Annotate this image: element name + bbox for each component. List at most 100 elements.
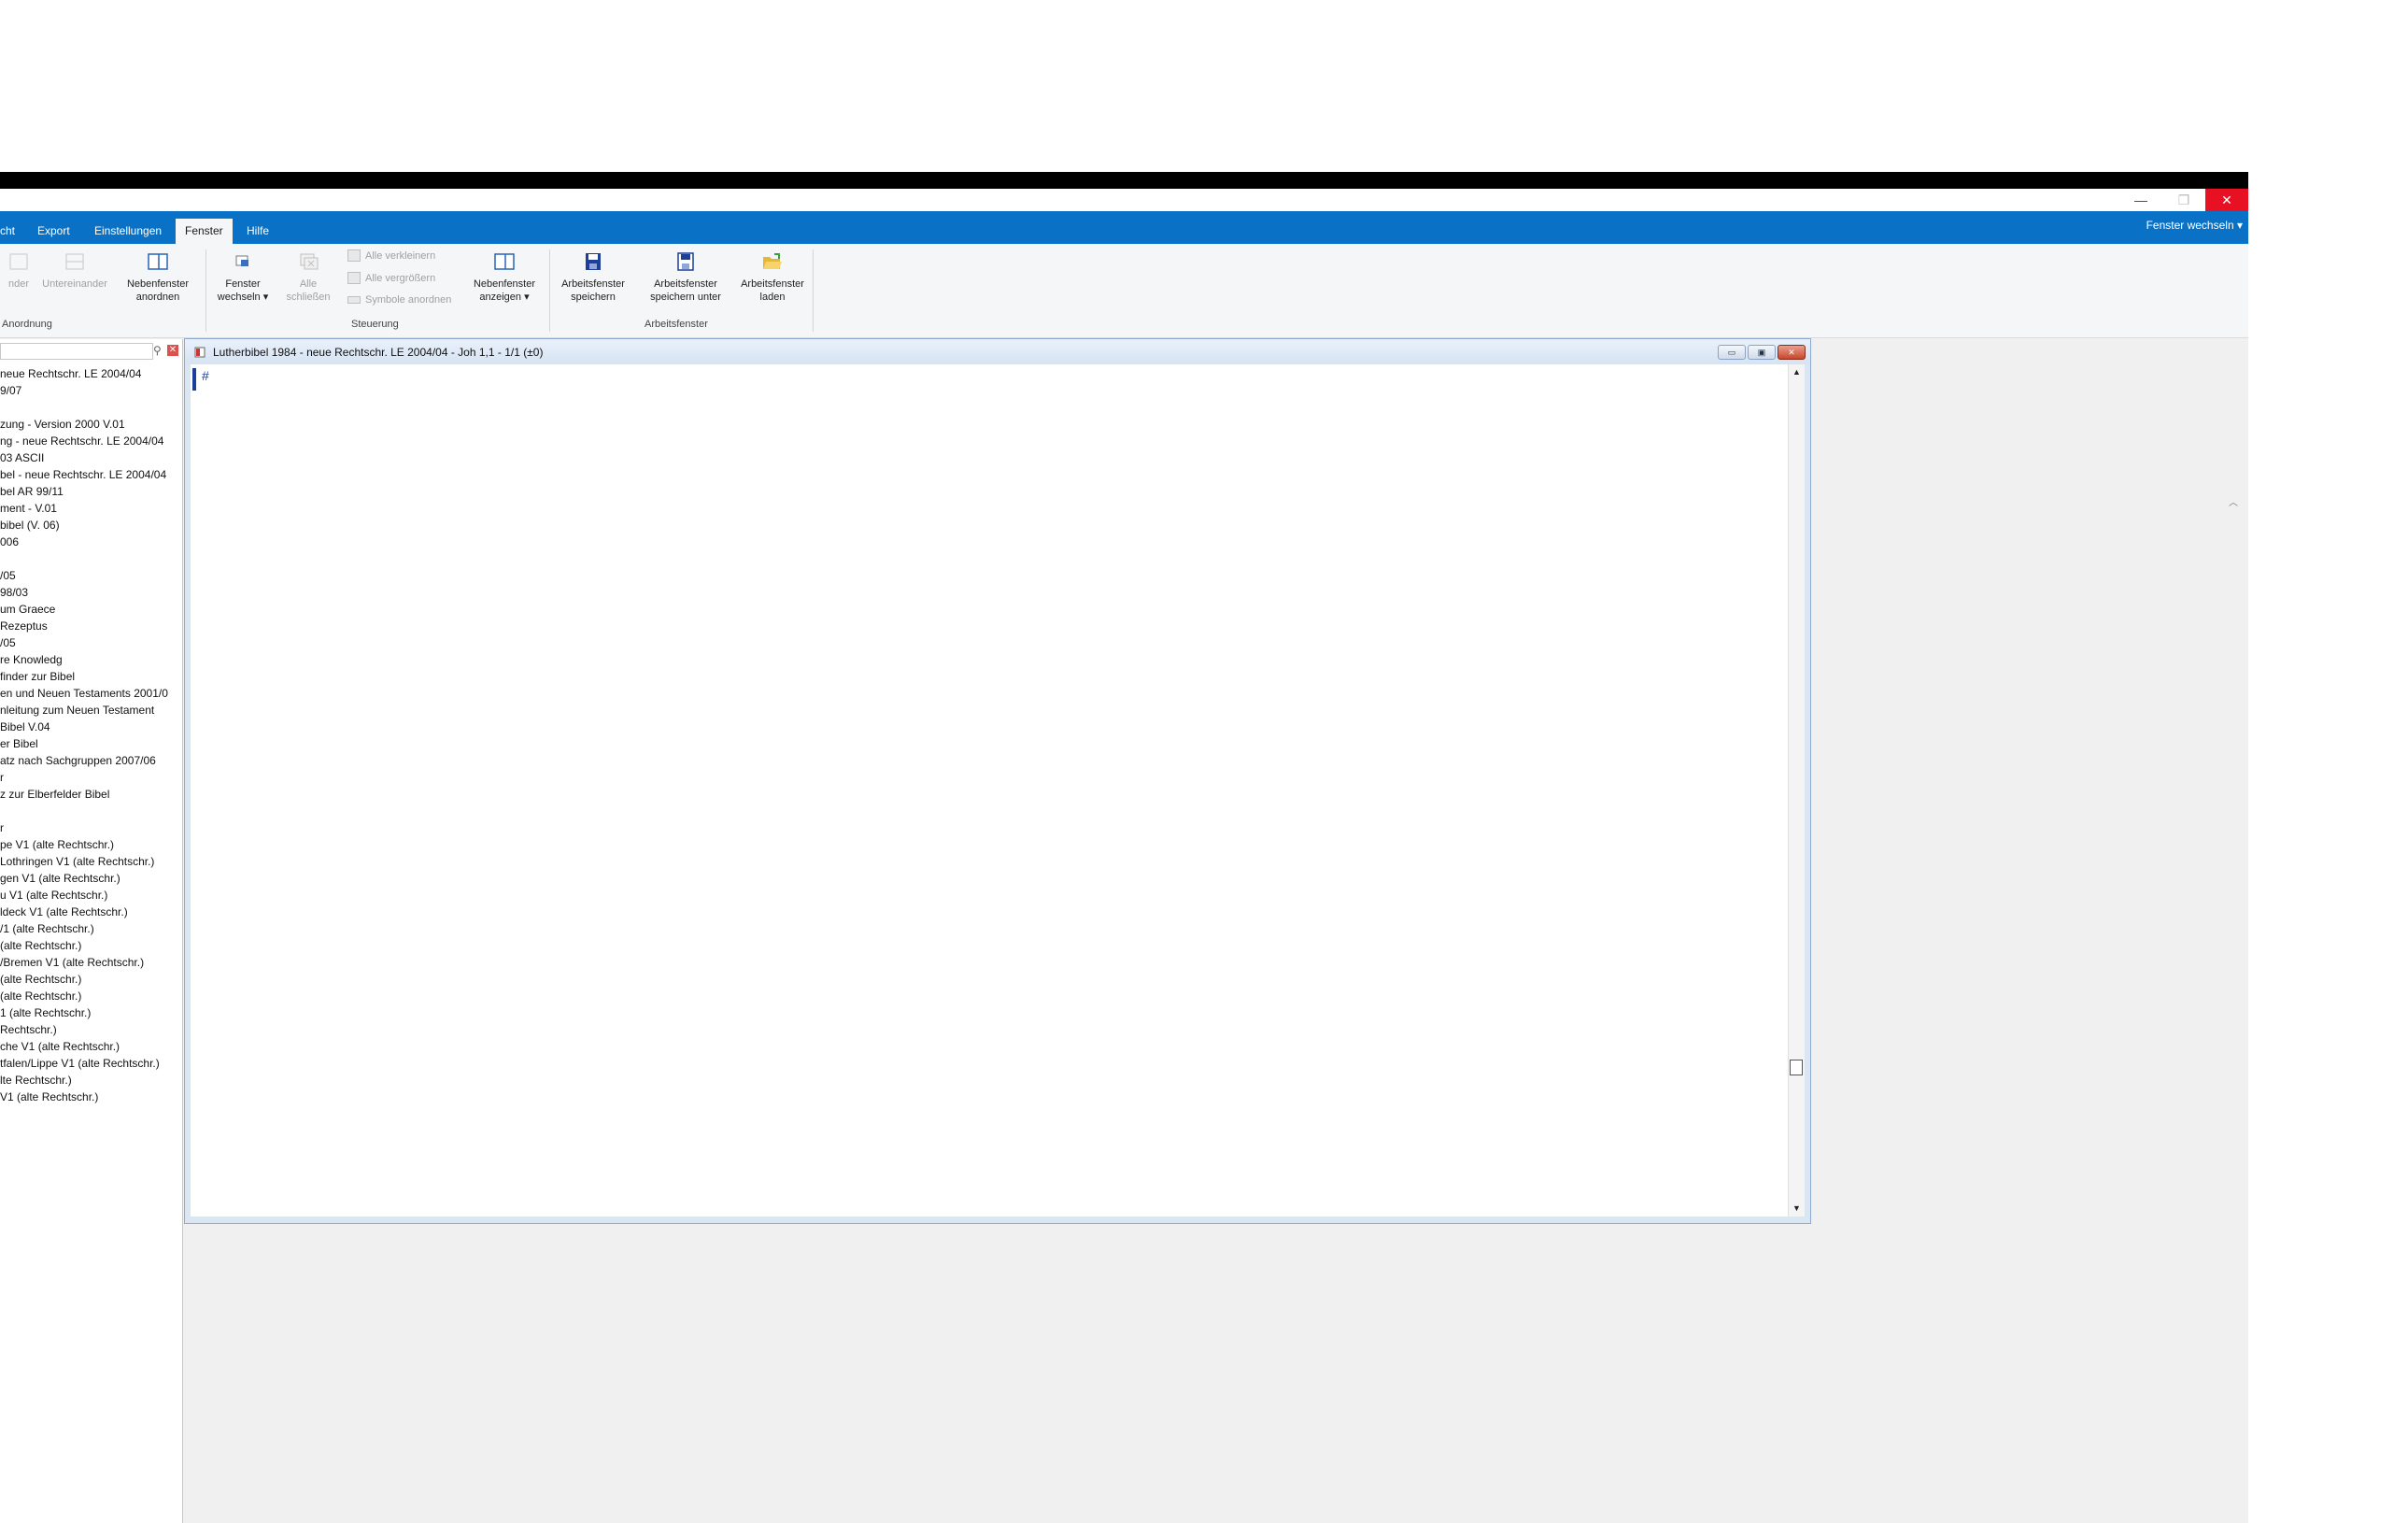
alle-verkleinern-button[interactable]: Alle verkleinern — [347, 249, 435, 262]
scroll-thumb[interactable] — [1790, 1060, 1803, 1075]
scroll-down-icon[interactable]: ▼ — [1791, 1203, 1803, 1215]
module-list-item[interactable]: bibel (V. 06) — [0, 517, 182, 534]
fenster-wechseln-line2: wechseln ▾ — [217, 292, 269, 303]
module-list-item[interactable]: er Bibel — [0, 735, 182, 752]
module-list-panel: ⚲ ✕ neue Rechtschr. LE 2004/04 9/07 zung -… — [0, 339, 183, 1523]
symbole-anordnen-button[interactable]: Symbole anordnen — [347, 294, 451, 306]
nebenfenster-anordnen-button[interactable]: Nebenfenster anordnen — [120, 251, 196, 304]
module-list-item[interactable]: 9/07 — [0, 382, 182, 399]
alle-schliessen-button[interactable]: Alle schließen — [280, 251, 336, 304]
module-list: neue Rechtschr. LE 2004/04 9/07 zung - Ver… — [0, 365, 182, 1105]
module-list-item[interactable] — [0, 803, 182, 819]
speichern-line2: speichern — [571, 292, 616, 303]
fenster-wechseln-button[interactable]: Fenster wechseln ▾ — [215, 251, 271, 304]
untereinander-button[interactable]: Untereinander — [37, 251, 112, 291]
pin-icon[interactable]: ⚲ — [153, 344, 162, 357]
module-list-item[interactable]: lte Rechtschr.) — [0, 1072, 182, 1089]
tab-fenster[interactable]: Fenster — [176, 219, 233, 244]
alle-verkleinern-label: Alle verkleinern — [365, 249, 436, 262]
side-window-icon — [148, 253, 168, 270]
alle-vergroessern-button[interactable]: Alle vergrößern — [347, 272, 435, 284]
panel-close-button[interactable]: ✕ — [167, 345, 178, 356]
module-list-item[interactable]: um Graece — [0, 601, 182, 618]
module-search-input[interactable] — [0, 343, 153, 360]
module-list-item[interactable]: bel - neue Rechtschr. LE 2004/04 — [0, 466, 182, 483]
module-list-item[interactable]: Rezeptus — [0, 618, 182, 634]
module-list-item[interactable]: ment - V.01 — [0, 500, 182, 517]
arbeitsfenster-speichern-unter-button[interactable]: Arbeitsfenster speichern unter — [641, 251, 730, 304]
alle-vergroessern-label: Alle vergrößern — [365, 272, 436, 284]
module-list-item[interactable]: gen V1 (alte Rechtschr.) — [0, 870, 182, 887]
tab-ansicht[interactable]: cht — [0, 219, 24, 244]
module-list-item[interactable]: (alte Rechtschr.) — [0, 937, 182, 954]
doc-close-button[interactable]: ✕ — [1778, 345, 1806, 360]
screen-top-bar — [0, 172, 2248, 189]
doc-restore-button[interactable]: ▣ — [1748, 345, 1776, 360]
tab-einstellungen[interactable]: Einstellungen — [85, 219, 171, 244]
doc-minimize-button[interactable]: ▭ — [1718, 345, 1746, 360]
nebenfenster-anzeigen-line2: anzeigen ▾ — [479, 292, 530, 303]
document-text-area[interactable]: # — [191, 364, 1789, 1217]
module-list-item[interactable]: en und Neuen Testaments 2001/0 — [0, 685, 182, 702]
module-list-item[interactable]: bel AR 99/11 — [0, 483, 182, 500]
module-list-item[interactable]: ldeck V1 (alte Rechtschr.) — [0, 904, 182, 920]
laden-line2: laden — [759, 292, 786, 303]
tab-export[interactable]: Export — [28, 219, 79, 244]
alle-schliessen-line2: schließen — [286, 292, 331, 303]
module-list-item[interactable]: r — [0, 769, 182, 786]
module-list-item[interactable]: Rechtschr.) — [0, 1021, 182, 1038]
module-list-item[interactable]: /1 (alte Rechtschr.) — [0, 920, 182, 937]
module-list-item[interactable]: Lothringen V1 (alte Rechtschr.) — [0, 853, 182, 870]
module-list-item[interactable]: r — [0, 819, 182, 836]
module-list-item[interactable]: re Knowledg — [0, 651, 182, 668]
maximize-button[interactable]: ❐ — [2162, 189, 2205, 211]
scroll-up-icon[interactable]: ▲ — [1791, 366, 1803, 378]
tile-horizontal-icon — [9, 253, 28, 270]
module-list-item[interactable]: /05 — [0, 634, 182, 651]
fenster-wechseln-dropdown[interactable]: Fenster wechseln ▾ — [2146, 219, 2243, 232]
arrange-icons-icon — [347, 296, 361, 304]
book-icon — [194, 347, 205, 358]
document-title-bar: Lutherbibel 1984 - neue Rechtschr. LE 20… — [185, 339, 1810, 364]
group-separator — [205, 249, 206, 332]
module-list-item[interactable]: (alte Rechtschr.) — [0, 971, 182, 988]
module-list-item[interactable]: /Bremen V1 (alte Rechtschr.) — [0, 954, 182, 971]
module-list-item[interactable]: 1 (alte Rechtschr.) — [0, 1004, 182, 1021]
module-list-item[interactable] — [0, 550, 182, 567]
arbeitsfenster-laden-button[interactable]: Arbeitsfenster laden — [735, 251, 810, 304]
module-list-item[interactable]: z zur Elberfelder Bibel — [0, 786, 182, 803]
nebenfenster-anzeigen-button[interactable]: Nebenfenster anzeigen ▾ — [462, 251, 546, 304]
chevron-down-icon: ▾ — [2236, 219, 2243, 232]
nebeneinander-button[interactable]: nder — [0, 251, 37, 291]
close-button[interactable]: ✕ — [2205, 189, 2248, 211]
module-list-item[interactable]: tfalen/Lippe V1 (alte Rechtschr.) — [0, 1055, 182, 1072]
module-list-item[interactable]: che V1 (alte Rechtschr.) — [0, 1038, 182, 1055]
group-label-steuerung: Steuerung — [351, 319, 399, 330]
vertical-scrollbar[interactable]: ▲ ▼ — [1788, 364, 1805, 1217]
module-list-item[interactable]: u V1 (alte Rechtschr.) — [0, 887, 182, 904]
arbeitsfenster-speichern-button[interactable]: Arbeitsfenster speichern — [557, 251, 630, 304]
laden-line1: Arbeitsfenster — [741, 278, 804, 290]
module-list-item[interactable]: Bibel V.04 — [0, 719, 182, 735]
collapse-ribbon-icon[interactable]: ︿ — [2229, 494, 2238, 508]
module-list-item[interactable]: atz nach Sachgruppen 2007/06 — [0, 752, 182, 769]
module-list-item[interactable]: V1 (alte Rechtschr.) — [0, 1089, 182, 1105]
module-list-item[interactable]: ng - neue Rechtschr. LE 2004/04 — [0, 433, 182, 449]
module-list-item[interactable]: 98/03 — [0, 584, 182, 601]
module-list-item[interactable]: neue Rechtschr. LE 2004/04 — [0, 365, 182, 382]
module-list-item[interactable]: zung - Version 2000 V.01 — [0, 416, 182, 433]
module-list-item[interactable]: 006 — [0, 534, 182, 550]
module-list-item[interactable]: /05 — [0, 567, 182, 584]
module-list-item[interactable]: (alte Rechtschr.) — [0, 988, 182, 1004]
nebenfenster-anordnen-line2: anordnen — [135, 292, 180, 303]
module-list-item[interactable] — [0, 399, 182, 416]
speichern-unter-line1: Arbeitsfenster — [654, 278, 717, 290]
module-list-item[interactable]: pe V1 (alte Rechtschr.) — [0, 836, 182, 853]
module-list-item[interactable]: nleitung zum Neuen Testament — [0, 702, 182, 719]
minimize-button[interactable]: — — [2119, 189, 2162, 211]
switch-window-icon — [235, 255, 248, 266]
nebenfenster-anzeigen-line1: Nebenfenster — [473, 278, 536, 290]
module-list-item[interactable]: 03 ASCII — [0, 449, 182, 466]
tab-hilfe[interactable]: Hilfe — [237, 219, 278, 244]
module-list-item[interactable]: finder zur Bibel — [0, 668, 182, 685]
